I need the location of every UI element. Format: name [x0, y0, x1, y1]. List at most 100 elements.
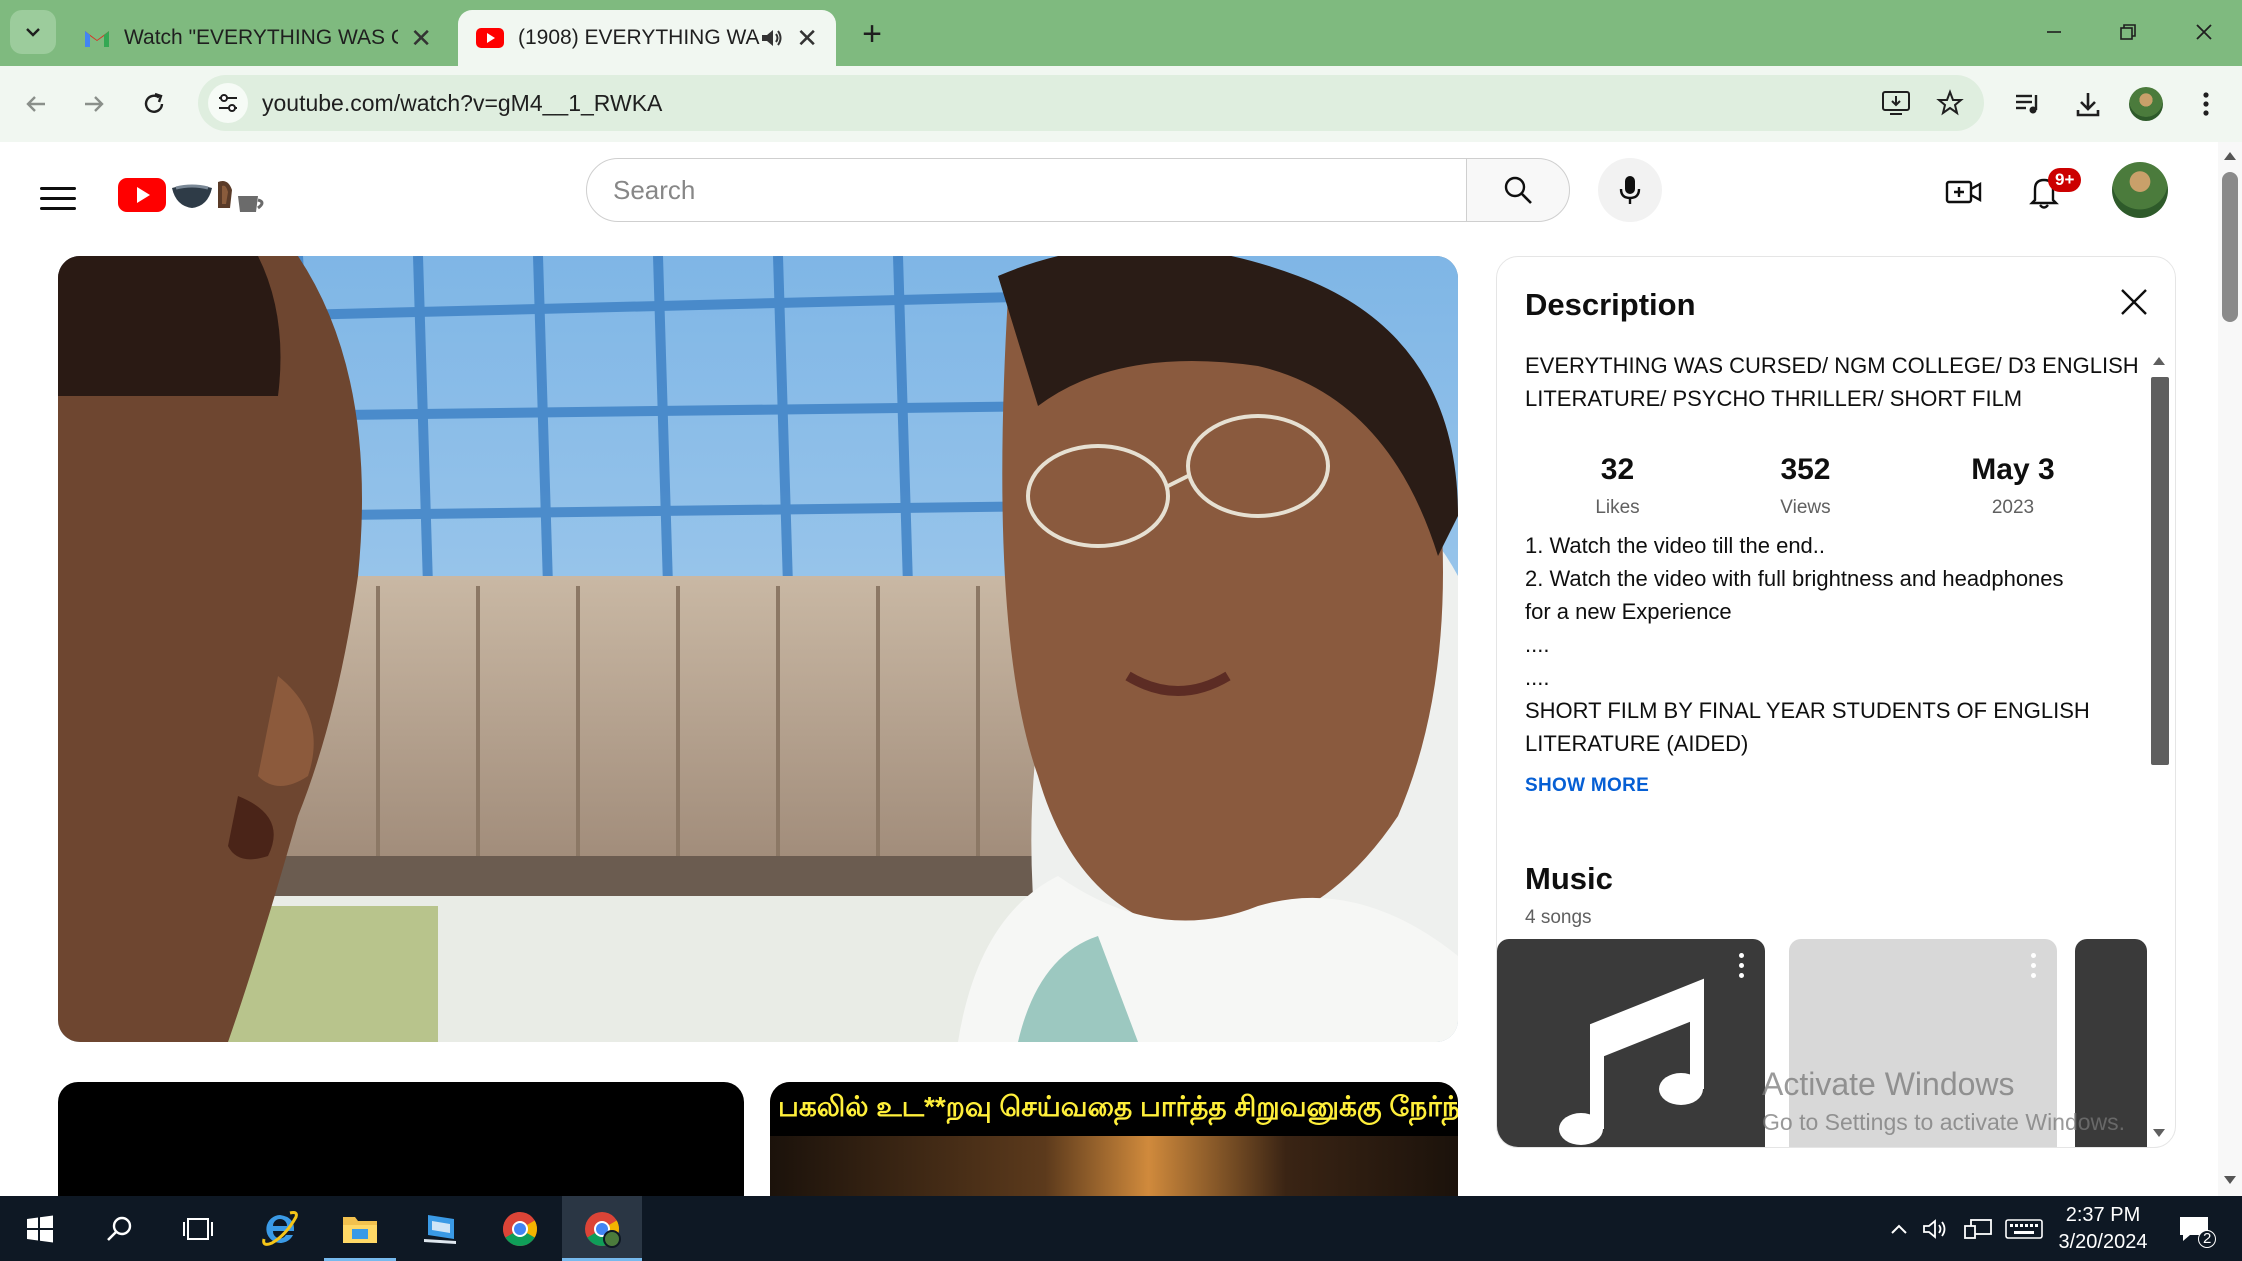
taskbar-app[interactable] — [400, 1196, 480, 1261]
stat-views: 352 Views — [1780, 451, 1830, 519]
site-info-button[interactable] — [208, 83, 248, 123]
stat-likes: 32 Likes — [1595, 451, 1639, 519]
close-icon — [2121, 289, 2147, 315]
scroll-up-arrow[interactable] — [2224, 152, 2236, 160]
tab-search-button[interactable] — [10, 10, 56, 54]
more-vert-icon[interactable] — [1731, 953, 1751, 978]
action-center-button[interactable]: 2 — [2170, 1196, 2218, 1261]
show-hidden-icons-button[interactable] — [1884, 1196, 1914, 1261]
reload-button[interactable] — [132, 82, 176, 126]
description-line: 2. Watch the video with full brightness … — [1525, 566, 2064, 591]
notification-badge: 9+ — [2048, 168, 2082, 192]
task-view-button[interactable] — [158, 1196, 238, 1261]
recommended-video-thumbnail[interactable]: பகலில் உட**றவு செய்வதை பார்த்த சிறுவனுக்… — [770, 1082, 1458, 1200]
video-add-icon — [1945, 180, 1982, 204]
microphone-icon — [1619, 176, 1641, 204]
keyboard-icon — [2005, 1218, 2043, 1239]
video-title: EVERYTHING WAS CURSED/ NGM COLLEGE/ D3 E… — [1525, 353, 2139, 411]
close-icon — [2196, 24, 2212, 40]
start-button[interactable] — [0, 1196, 80, 1261]
video-stats: 32 Likes 352 Views May 3 2023 — [1525, 451, 2125, 519]
page-scrollbar-thumb[interactable] — [2222, 172, 2238, 322]
minimize-icon — [2047, 31, 2061, 33]
tab-youtube[interactable]: (1908) EVERYTHING WAS CURSED ✕ — [458, 10, 836, 66]
music-card[interactable] — [1497, 939, 1765, 1147]
url-text[interactable]: youtube.com/watch?v=gM4__1_RWKA — [262, 90, 1876, 117]
description-line: for a new Experience — [1525, 599, 1732, 624]
menu-line — [40, 196, 76, 200]
media-control-button[interactable] — [2006, 82, 2050, 126]
network-button[interactable] — [1960, 1196, 1996, 1261]
search-button[interactable] — [1466, 158, 1570, 222]
voice-search-button[interactable] — [1598, 158, 1662, 222]
more-vert-icon[interactable] — [2023, 953, 2043, 978]
tab-title: (1908) EVERYTHING WAS CURSED — [518, 26, 760, 49]
menu-line — [40, 206, 76, 210]
minimize-button[interactable] — [2024, 10, 2084, 54]
address-bar[interactable]: youtube.com/watch?v=gM4__1_RWKA — [198, 75, 1984, 131]
taskbar-chrome-profile[interactable] — [562, 1196, 642, 1261]
menu-line — [40, 186, 76, 190]
speaker-icon — [1923, 1218, 1946, 1239]
chevron-down-icon — [26, 28, 40, 37]
panel-title: Description — [1525, 287, 1696, 322]
taskbar-clock[interactable]: 2:37 PM 3/20/2024 — [2058, 1202, 2148, 1256]
panel-scrollbar-thumb[interactable] — [2151, 377, 2169, 765]
scroll-down-arrow[interactable] — [2224, 1176, 2236, 1184]
description-line: SHORT FILM BY FINAL YEAR STUDENTS OF ENG… — [1525, 698, 2090, 723]
close-window-button[interactable] — [2174, 10, 2234, 54]
download-icon — [2076, 93, 2100, 117]
windows-icon — [27, 1215, 53, 1242]
touch-keyboard-button[interactable] — [2002, 1196, 2046, 1261]
create-button[interactable] — [1938, 166, 1990, 218]
folder-icon — [343, 1216, 377, 1243]
app-window-icon — [424, 1214, 456, 1244]
close-description-button[interactable] — [2111, 279, 2157, 325]
volume-button[interactable] — [1918, 1196, 1954, 1261]
notifications-button[interactable]: 9+ — [2018, 166, 2082, 218]
downloads-button[interactable] — [2066, 82, 2110, 126]
tab-close-icon[interactable]: ✕ — [796, 23, 818, 54]
back-button[interactable] — [14, 82, 58, 126]
install-app-button[interactable] — [1876, 83, 1916, 123]
page-scrollbar[interactable] — [2218, 142, 2242, 1196]
scroll-up-arrow[interactable] — [2153, 357, 2165, 365]
thumbnail-caption: பகலில் உட**றவு செய்வதை பார்த்த சிறுவனுக்… — [770, 1082, 1458, 1136]
search-input[interactable] — [613, 174, 1467, 206]
show-more-button[interactable]: SHOW MORE — [1525, 775, 1649, 797]
speaker-icon[interactable] — [760, 27, 784, 49]
tab-gmail[interactable]: Watch "EVERYTHING WAS CURSED ✕ — [66, 10, 450, 66]
internet-explorer-icon — [262, 1210, 298, 1246]
recommended-video-thumbnail[interactable] — [58, 1082, 744, 1200]
tab-close-icon[interactable]: ✕ — [410, 23, 432, 54]
bookmark-button[interactable] — [1930, 83, 1970, 123]
youtube-logo[interactable] — [118, 168, 288, 224]
search-box[interactable] — [586, 158, 1468, 222]
taskbar-file-explorer[interactable] — [320, 1196, 400, 1261]
stat-label: 2023 — [1991, 497, 2035, 518]
description-panel: Description EVERYTHING WAS CURSED/ NGM C… — [1496, 256, 2176, 1148]
stat-value: May 3 — [1971, 453, 2055, 486]
tune-icon — [219, 94, 237, 112]
network-icon — [1964, 1218, 1992, 1239]
new-tab-button[interactable]: + — [852, 14, 892, 54]
video-player[interactable] — [58, 256, 1458, 1042]
taskbar-search-button[interactable] — [80, 1196, 160, 1261]
forward-button[interactable] — [72, 82, 116, 126]
reload-icon — [144, 92, 164, 113]
account-avatar-button[interactable] — [2112, 162, 2168, 218]
scroll-down-arrow[interactable] — [2153, 1129, 2165, 1137]
profile-button[interactable] — [2124, 82, 2168, 126]
browser-tab-bar: Watch "EVERYTHING WAS CURSED ✕ (1908) EV… — [0, 0, 2242, 66]
arrow-right-icon — [85, 96, 104, 112]
taskbar-chrome[interactable] — [480, 1196, 560, 1261]
description-line: .... — [1525, 632, 1550, 657]
restore-button[interactable] — [2098, 10, 2158, 54]
browser-menu-button[interactable] — [2184, 82, 2228, 126]
stat-value: 32 — [1600, 453, 1635, 486]
taskbar-internet-explorer[interactable] — [240, 1196, 320, 1261]
watermark-line: Activate Windows — [1762, 1066, 2015, 1102]
windows-taskbar: 2:37 PM 3/20/2024 2 — [0, 1196, 2242, 1261]
guide-menu-button[interactable] — [40, 176, 76, 220]
watermark-line: Go to Settings to activate Windows. — [1762, 1109, 2126, 1135]
